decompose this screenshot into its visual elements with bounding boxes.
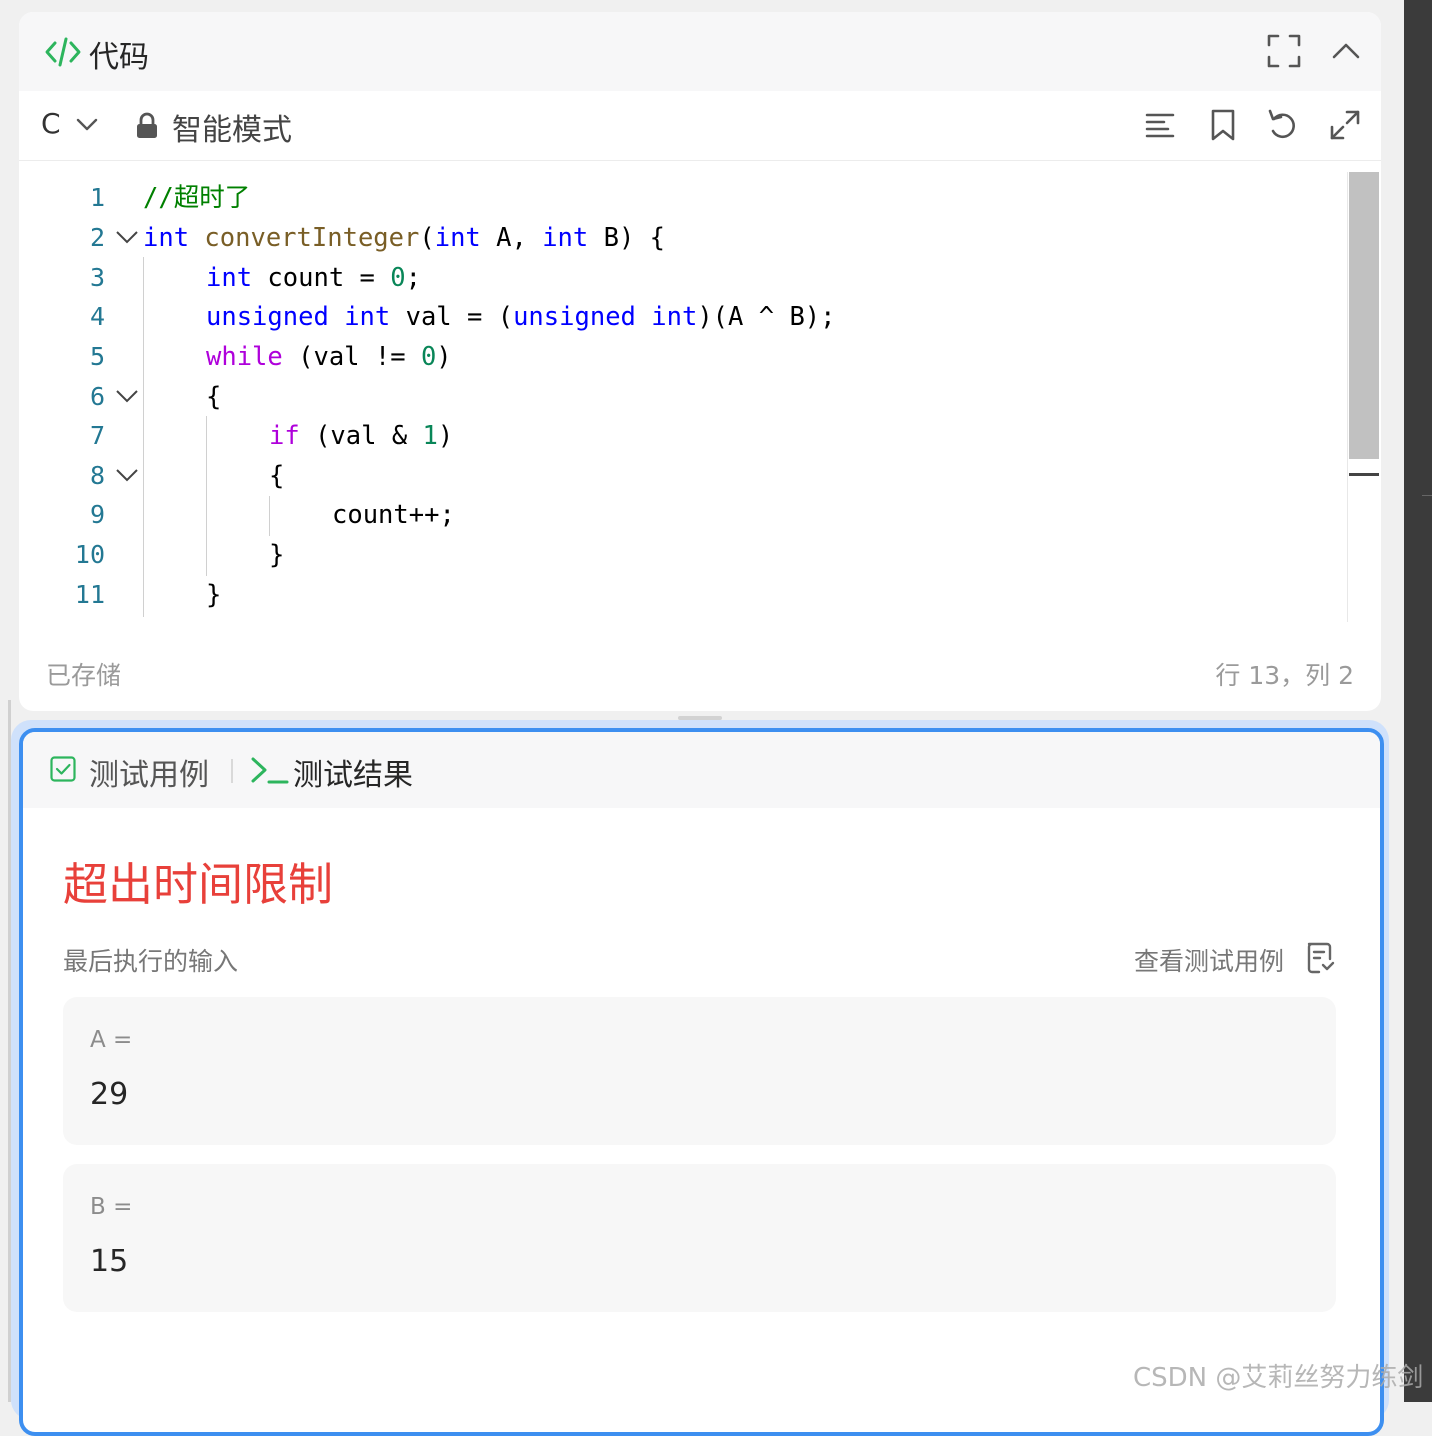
code-line[interactable]: 4 unsigned int val = (unsigned int)(A ^ …	[19, 297, 1339, 337]
code-panel-header: 代码	[19, 12, 1381, 91]
bookmark-icon[interactable]	[1205, 107, 1241, 143]
line-number: 10	[74, 540, 105, 569]
line-number: 7	[89, 421, 105, 450]
fold-chevron-icon[interactable]	[115, 387, 139, 405]
document-icon[interactable]	[1305, 941, 1335, 975]
undo-icon[interactable]	[1265, 107, 1301, 143]
code-line[interactable]: 3 int count = 0;	[19, 258, 1339, 298]
tab-test-cases[interactable]: 测试用例	[89, 750, 209, 794]
code-line[interactable]: 11 }	[19, 575, 1339, 615]
language-selector[interactable]: C	[41, 107, 61, 140]
code-text: }	[206, 580, 222, 610]
line-number: 2	[89, 223, 105, 252]
code-line[interactable]: 2 int convertInteger(int A, int B) {	[19, 218, 1339, 258]
variable-name: A =	[90, 1027, 133, 1053]
right-side-background	[1404, 0, 1432, 1402]
fold-chevron-icon[interactable]	[115, 228, 139, 246]
line-number: 11	[74, 580, 105, 609]
code-line[interactable]: 8 {	[19, 456, 1339, 496]
code-line[interactable]: 10 }	[19, 535, 1339, 575]
watermark: CSDN @艾莉丝努力练剑	[1133, 1363, 1424, 1393]
chevron-down-icon[interactable]	[75, 115, 99, 135]
mode-label[interactable]: 智能模式	[172, 105, 292, 149]
tab-test-result[interactable]: 测试结果	[293, 750, 413, 794]
code-line[interactable]: 6 {	[19, 377, 1339, 417]
code-text: unsigned int val = (unsigned int)(A ^ B)…	[206, 302, 836, 332]
line-number: 1	[89, 183, 105, 212]
input-variable-box: A = 29	[63, 997, 1336, 1145]
code-panel: 代码 C 智能模式 1 //超时了 2 int convertInteger(i…	[19, 12, 1381, 711]
checkbox-icon	[50, 756, 76, 782]
verdict-status: 超出时间限制	[63, 858, 334, 911]
result-panel-header: 测试用例 测试结果	[23, 732, 1380, 808]
variable-name: B =	[90, 1194, 133, 1220]
line-number: 3	[89, 263, 105, 292]
input-variable-box: B = 15	[63, 1164, 1336, 1312]
code-text: while (val != 0)	[206, 342, 452, 372]
line-number: 5	[89, 342, 105, 371]
code-text: int convertInteger(int A, int B) {	[143, 223, 666, 253]
cursor-position: 行 13，列 2	[1215, 661, 1354, 690]
line-number: 9	[89, 500, 105, 529]
chevron-up-icon[interactable]	[1328, 33, 1364, 69]
tab-divider	[231, 759, 233, 783]
code-line[interactable]: 1 //超时了	[19, 178, 1339, 218]
code-line[interactable]: 9 count++;	[19, 495, 1339, 535]
result-panel: 测试用例 测试结果 超出时间限制 最后执行的输入 查看测试用例 A = 29 B…	[19, 728, 1384, 1436]
code-icon	[45, 37, 81, 67]
save-status: 已存储	[46, 661, 122, 690]
last-input-label: 最后执行的输入	[63, 947, 239, 976]
view-test-cases-link[interactable]: 查看测试用例	[1134, 942, 1284, 978]
code-text: {	[269, 461, 285, 491]
code-text: }	[269, 540, 285, 570]
expand-icon[interactable]	[1327, 107, 1363, 143]
line-number: 4	[89, 302, 105, 331]
code-line[interactable]: 7 if (val & 1)	[19, 416, 1339, 456]
editor-toolbar: C 智能模式	[19, 91, 1381, 161]
code-line[interactable]: 5 while (val != 0)	[19, 337, 1339, 377]
line-number: 6	[89, 382, 105, 411]
format-icon[interactable]	[1142, 107, 1178, 143]
lock-icon	[137, 112, 157, 138]
code-text: if (val & 1)	[269, 421, 454, 451]
code-editor[interactable]: 1 //超时了 2 int convertInteger(int A, int …	[19, 161, 1349, 621]
variable-value: 15	[90, 1244, 129, 1279]
variable-value: 29	[90, 1077, 129, 1112]
fold-chevron-icon[interactable]	[115, 466, 139, 484]
scrollbar-cursor-marker	[1349, 473, 1379, 476]
code-text: //超时了	[143, 183, 251, 213]
terminal-icon	[251, 757, 289, 784]
code-text: {	[206, 382, 222, 412]
editor-scrollbar-thumb[interactable]	[1349, 172, 1379, 459]
code-panel-title: 代码	[89, 40, 149, 75]
code-text: count++;	[332, 500, 455, 530]
fullscreen-icon[interactable]	[1266, 33, 1302, 69]
code-text: int count = 0;	[206, 263, 421, 293]
line-number: 8	[89, 461, 105, 490]
